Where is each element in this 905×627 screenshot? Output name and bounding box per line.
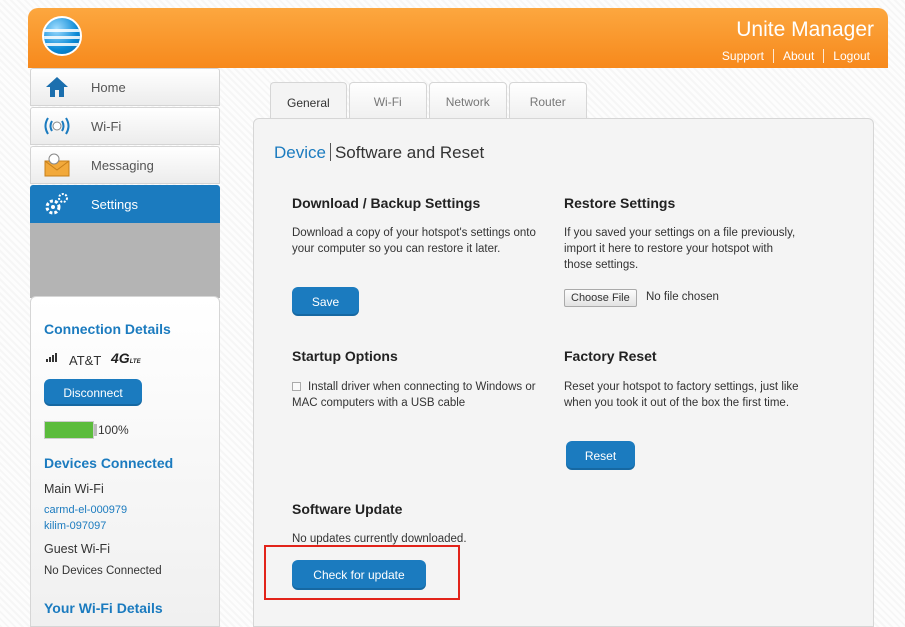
software-update-title: Software Update [292, 501, 403, 517]
nav-label: Settings [91, 196, 138, 212]
save-button[interactable]: Save [292, 287, 359, 316]
link-divider [772, 49, 774, 63]
home-icon [37, 72, 77, 102]
wifi-details-heading: Your Wi-Fi Details [44, 600, 163, 616]
carrier-name: AT&T [69, 353, 102, 368]
restore-description: If you saved your settings on a file pre… [564, 227, 796, 271]
device-link[interactable]: carmd-el-000979 [44, 504, 127, 516]
nav-label: Home [91, 79, 126, 95]
nav-item-wifi[interactable]: Wi-Fi [30, 107, 220, 145]
sidebar-nav: Home Wi-Fi Messaging Settings [30, 68, 220, 224]
battery-percent: 100% [98, 423, 129, 437]
nav-item-messaging[interactable]: Messaging [30, 146, 220, 184]
factory-reset-description: Reset your hotspot to factory settings, … [564, 381, 799, 409]
restore-title: Restore Settings [564, 195, 676, 211]
app-title: Unite Manager [736, 18, 874, 41]
disconnect-button[interactable]: Disconnect [44, 379, 142, 406]
reset-button[interactable]: Reset [566, 441, 635, 470]
signal-strength-icon [46, 353, 57, 362]
nav-label: Messaging [91, 157, 154, 173]
tab-wifi[interactable]: Wi-Fi [348, 82, 427, 120]
breadcrumb-section[interactable]: Device [274, 143, 326, 162]
network-type-icon: 4GLTE [111, 350, 141, 366]
file-status: No file chosen [646, 291, 719, 303]
sidebar-info-panel: Connection Details AT&T 4GLTE Disconnect… [30, 296, 220, 627]
connection-details-heading: Connection Details [44, 321, 171, 337]
breadcrumb: Device Software and Reset [274, 143, 484, 163]
guest-wifi-status: No Devices Connected [44, 565, 162, 577]
logout-link[interactable]: Logout [833, 49, 870, 63]
nav-item-home[interactable]: Home [30, 68, 220, 106]
support-link[interactable]: Support [722, 49, 764, 63]
app-header: Unite Manager Support About Logout [28, 8, 888, 68]
backup-title: Download / Backup Settings [292, 195, 481, 211]
about-link[interactable]: About [783, 49, 814, 63]
devices-connected-heading: Devices Connected [44, 455, 174, 471]
settings-tabs: General Wi-Fi Network Router [270, 82, 589, 122]
settings-icon [37, 189, 77, 219]
guest-wifi-label: Guest Wi-Fi [44, 542, 110, 556]
install-driver-checkbox[interactable] [292, 382, 301, 391]
backup-description: Download a copy of your hotspot's settin… [292, 227, 536, 255]
install-driver-label: Install driver when connecting to Window… [292, 381, 536, 409]
nav-label: Wi-Fi [91, 118, 122, 134]
att-logo [42, 16, 82, 56]
startup-option: Install driver when connecting to Window… [292, 379, 554, 411]
wifi-icon [37, 111, 77, 141]
highlight-box [264, 545, 460, 600]
nav-item-settings[interactable]: Settings [30, 185, 220, 223]
main-wifi-label: Main Wi-Fi [44, 482, 104, 496]
choose-file-button[interactable]: Choose File [564, 289, 637, 307]
sidebar-spacer [30, 223, 220, 298]
battery-icon [44, 421, 94, 439]
tab-general[interactable]: General [270, 82, 347, 122]
startup-title: Startup Options [292, 348, 398, 364]
tab-network[interactable]: Network [428, 82, 507, 120]
factory-reset-title: Factory Reset [564, 348, 657, 364]
page-title: Software and Reset [334, 143, 485, 162]
tab-router[interactable]: Router [508, 82, 587, 120]
battery-cap [94, 424, 97, 436]
header-links: Support About Logout [722, 49, 870, 63]
messaging-icon [37, 150, 77, 180]
device-link[interactable]: kilim-097097 [44, 520, 106, 532]
link-divider [823, 49, 825, 63]
